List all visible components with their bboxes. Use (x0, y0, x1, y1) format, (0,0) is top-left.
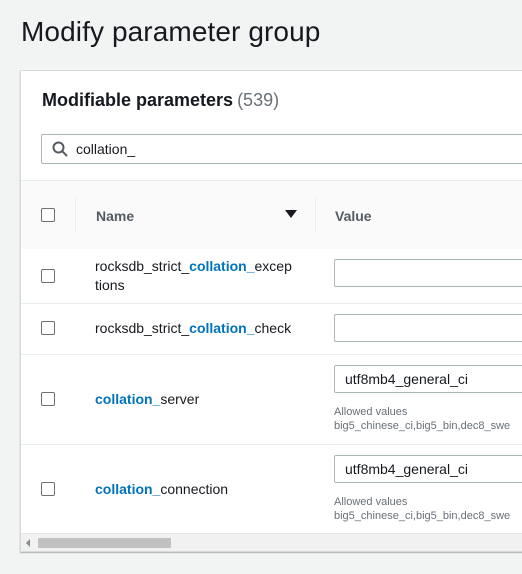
row-checkbox[interactable] (41, 269, 55, 283)
horizontal-scrollbar[interactable] (21, 533, 522, 551)
name-prefix: rocksdb_strict_ (95, 320, 190, 336)
table-row: rocksdb_strict_collation_excep tions (21, 249, 522, 304)
value-input[interactable] (334, 314, 522, 342)
search-field[interactable] (41, 134, 522, 164)
name-match: collation_ (189, 320, 255, 336)
parameter-name: collation_connection (95, 480, 305, 499)
name-suffix: excep (254, 258, 292, 274)
name-match: collation_ (95, 481, 161, 497)
parameter-name: rocksdb_strict_collation_excep tions (95, 257, 305, 295)
name-suffix: server (160, 391, 200, 407)
column-header-name[interactable]: Name (96, 208, 134, 224)
value-input[interactable]: utf8mb4_general_ci (334, 365, 522, 393)
column-header-value[interactable]: Value (335, 208, 372, 224)
allowed-values-label: Allowed values (334, 406, 408, 418)
column-divider[interactable] (315, 198, 316, 232)
table-row: collation_server utf8mb4_general_ci Allo… (21, 355, 522, 445)
allowed-values-list: big5_chinese_ci,big5_bin,dec8_swe (334, 420, 511, 432)
column-divider (75, 198, 76, 232)
search-input[interactable] (76, 135, 522, 163)
scrollbar-thumb[interactable] (38, 538, 171, 548)
name-match: collation_ (189, 258, 255, 274)
caret-down-icon[interactable] (285, 210, 297, 218)
row-checkbox[interactable] (41, 392, 55, 406)
row-checkbox[interactable] (41, 482, 55, 496)
select-all-checkbox[interactable] (41, 208, 55, 222)
search-icon (52, 141, 68, 157)
table-row: rocksdb_strict_collation_check (21, 304, 522, 355)
panel-heading: Modifiable parameters (539) (42, 90, 279, 111)
name-suffix: check (254, 320, 292, 336)
name-suffix-wrap: tions (95, 277, 125, 293)
parameter-count: (539) (237, 90, 280, 110)
table-header: Name Value (21, 180, 522, 250)
name-prefix: rocksdb_strict_ (95, 258, 190, 274)
table-row: collation_connection utf8mb4_general_ci … (21, 445, 522, 533)
parameter-name: rocksdb_strict_collation_check (95, 319, 305, 338)
panel-heading-label: Modifiable parameters (42, 90, 234, 110)
name-suffix: connection (160, 481, 229, 497)
allowed-values-list: big5_chinese_ci,big5_bin,dec8_swe (334, 510, 511, 522)
page-title: Modify parameter group (21, 16, 321, 47)
value-input[interactable]: utf8mb4_general_ci (334, 455, 522, 483)
row-checkbox[interactable] (41, 321, 55, 335)
value-input[interactable] (334, 259, 522, 287)
parameters-panel: Modifiable parameters(539) Name Value ro… (20, 70, 522, 552)
scroll-left-icon[interactable] (26, 539, 30, 547)
parameter-name: collation_server (95, 390, 305, 409)
name-match: collation_ (95, 391, 161, 407)
allowed-values-label: Allowed values (334, 496, 408, 508)
